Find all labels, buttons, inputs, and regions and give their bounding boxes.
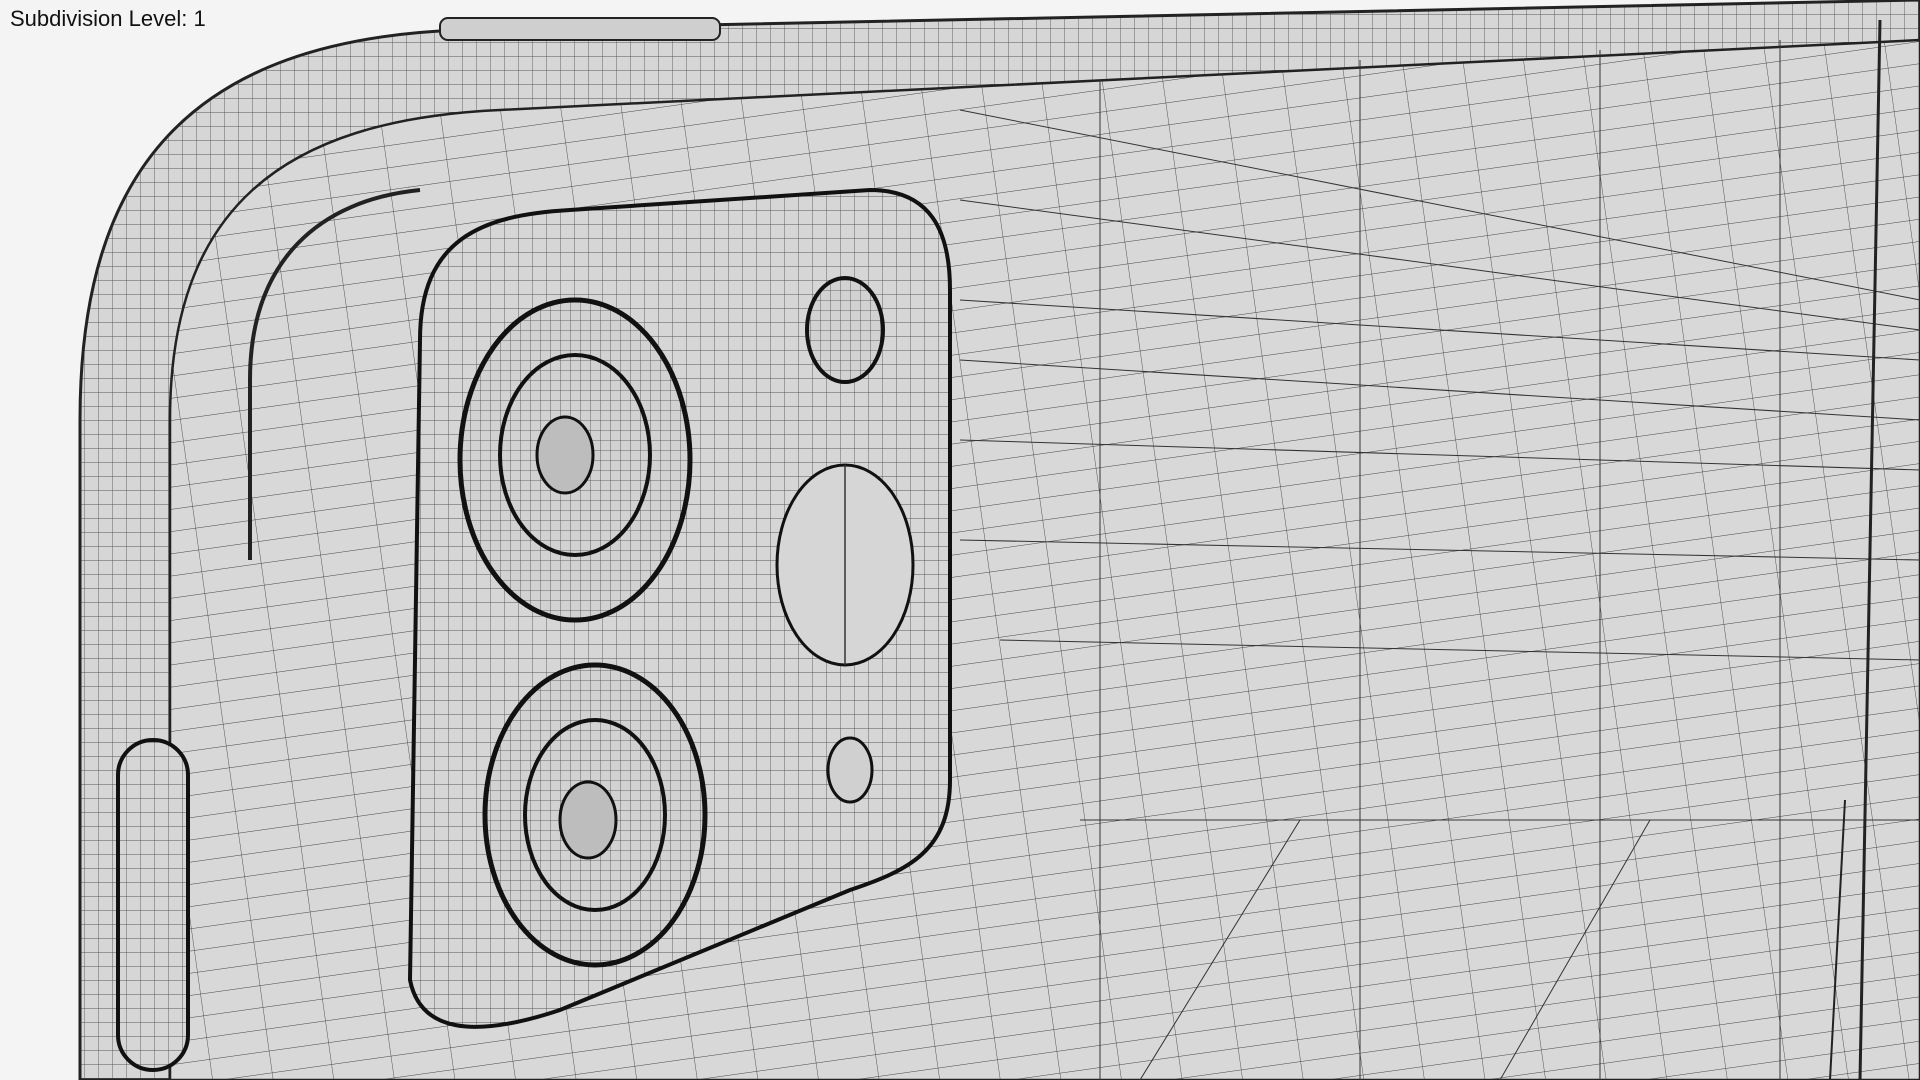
viewport: Subdivision Level: 1 bbox=[0, 0, 1920, 1080]
side-button bbox=[116, 738, 190, 1072]
subdivision-level-label: Subdivision Level: 1 bbox=[10, 6, 206, 31]
camera-microphone bbox=[826, 736, 874, 804]
top-button bbox=[439, 17, 721, 41]
camera-lens-secondary bbox=[482, 662, 708, 968]
camera-sensor bbox=[805, 276, 885, 384]
camera-lens-main bbox=[457, 297, 693, 623]
wireframe-render bbox=[78, 0, 1920, 1080]
